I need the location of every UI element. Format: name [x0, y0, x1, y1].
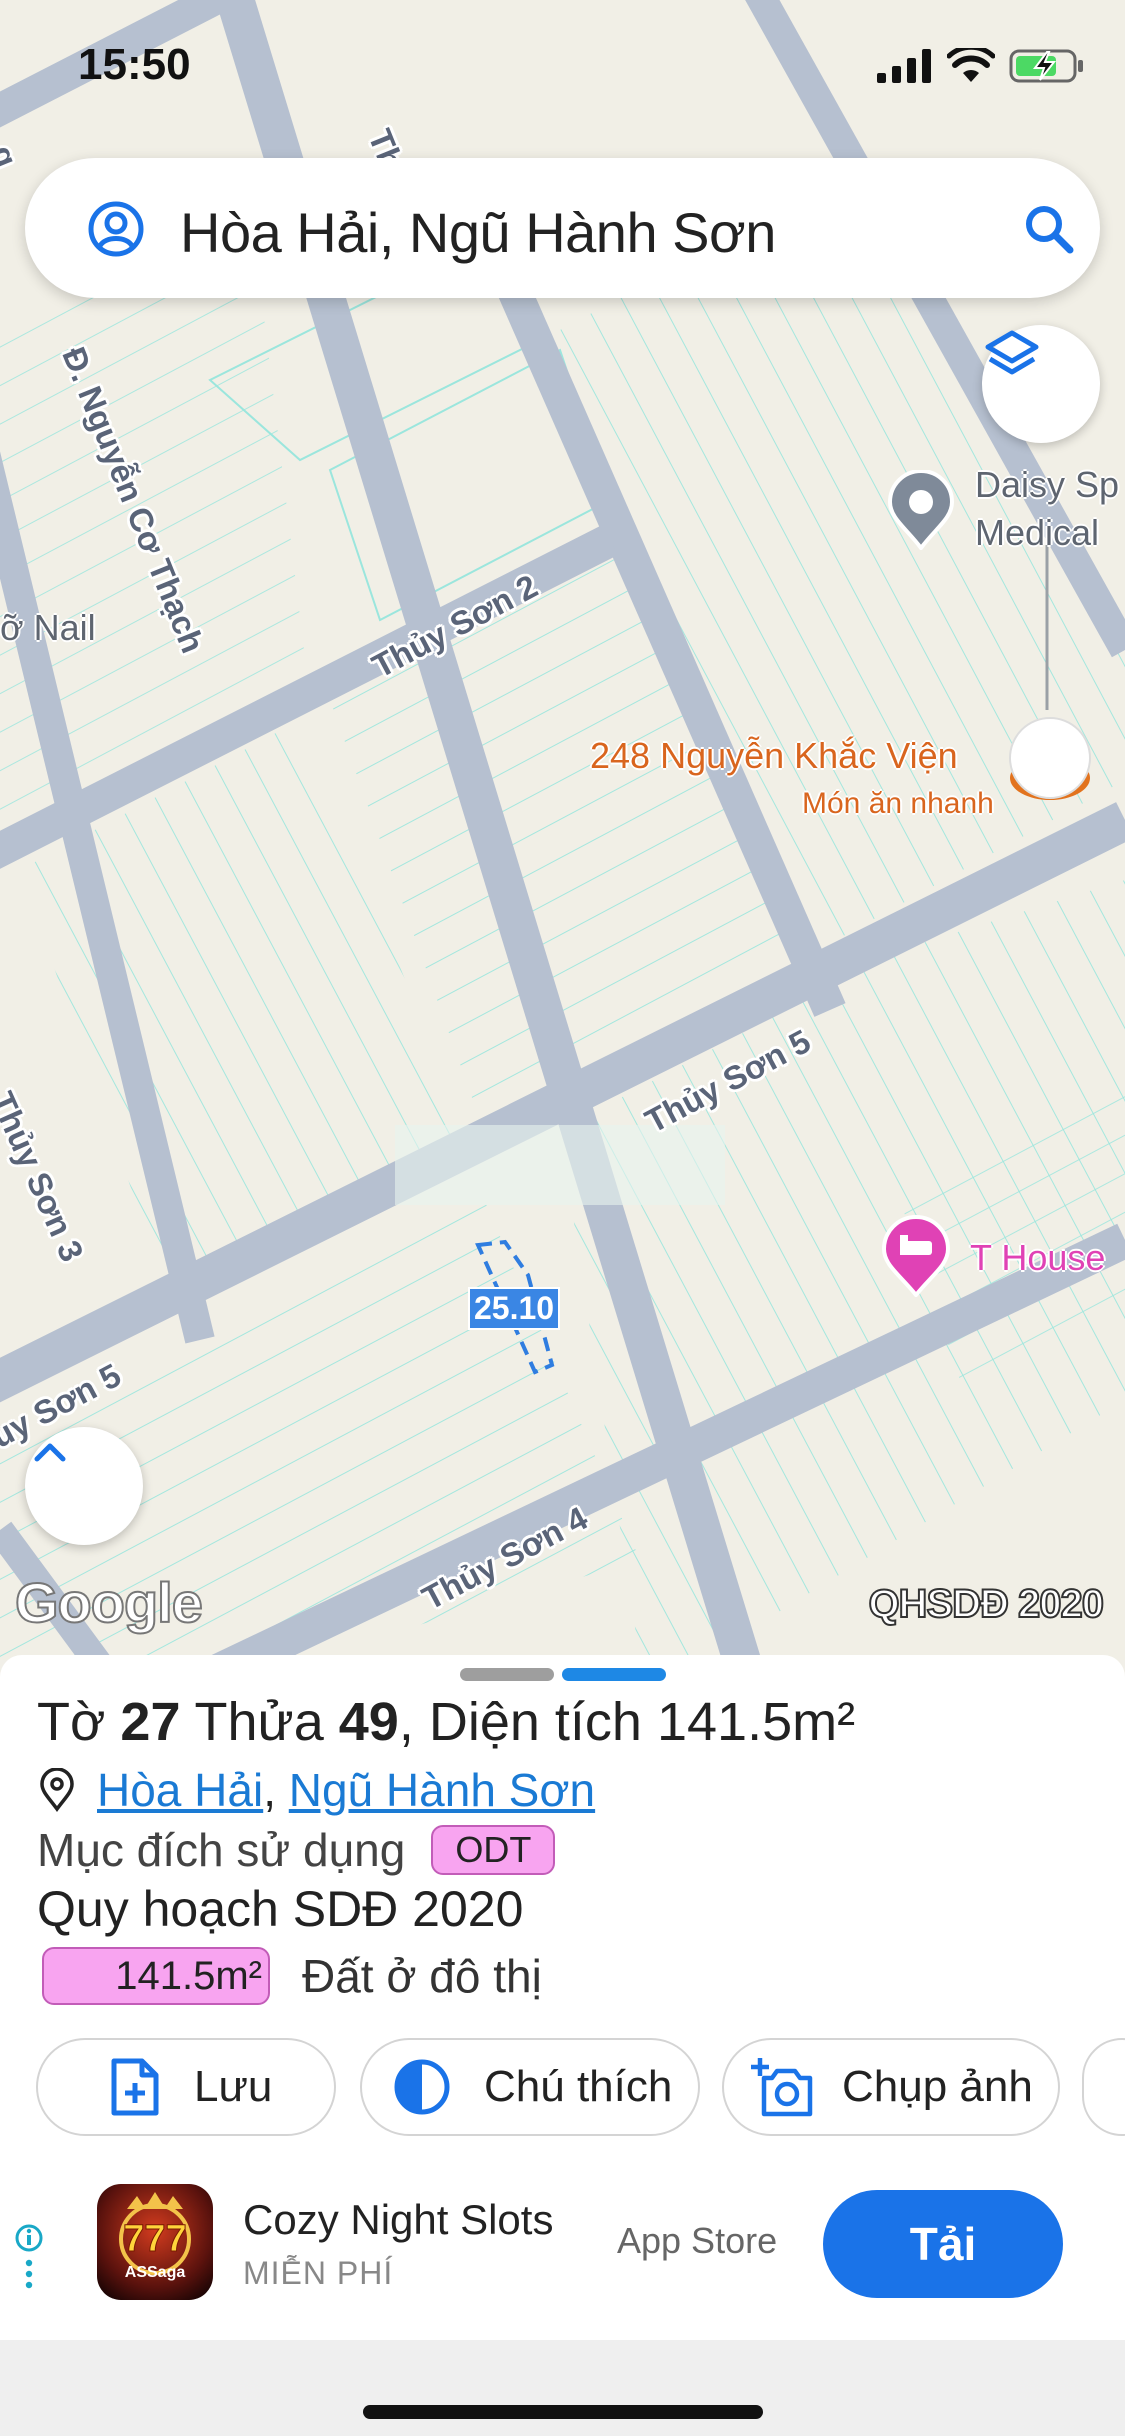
save-button-label: Lưu	[194, 2062, 273, 2111]
poi-restaurant-pin[interactable]	[1005, 710, 1095, 810]
ad-info-icon[interactable]	[14, 2222, 44, 2292]
parcel-number: 49	[338, 1692, 399, 1752]
restaurant-pin-icon	[1009, 717, 1091, 800]
plan-title: Quy hoạch SDĐ 2020	[37, 1881, 524, 1937]
location-row: Hòa Hải , Ngũ Hành Sơn	[37, 1763, 595, 1817]
status-bar: 15:50	[0, 0, 1125, 135]
expand-sheet-button[interactable]	[25, 1427, 143, 1545]
sheet-handle-left[interactable]	[460, 1668, 554, 1681]
search-icon[interactable]	[1023, 203, 1075, 255]
sheet-number: 27	[120, 1692, 181, 1752]
location-pin-outline-icon	[40, 1768, 74, 1812]
save-button[interactable]: Lưu	[36, 2038, 336, 2136]
plan-area-badge: 141.5m²	[42, 1947, 270, 2005]
layers-icon	[985, 330, 1039, 375]
ad-banner[interactable]: 777 ASSaga Cozy Night Slots MIỄN PHÍ App…	[0, 2170, 1125, 2340]
more-action-button[interactable]	[1082, 2038, 1125, 2136]
add-photo-icon	[751, 2058, 813, 2117]
legend-button-label: Chú thích	[484, 2062, 673, 2111]
map-layer-badge: QHSDĐ 2020	[867, 1581, 1105, 1627]
photo-button[interactable]: Chụp ảnh	[722, 2038, 1060, 2136]
ad-install-button[interactable]: Tải	[823, 2190, 1063, 2298]
photo-button-label: Chụp ảnh	[842, 2062, 1033, 2111]
ad-price: MIỄN PHÍ	[243, 2255, 394, 2291]
layers-button[interactable]	[982, 325, 1100, 443]
district-link[interactable]: Ngũ Hành Sơn	[289, 1763, 595, 1817]
battery-charging-icon	[1009, 49, 1083, 83]
ad-app-icon[interactable]: 777 ASSaga	[97, 2184, 213, 2300]
plan-area-row: 141.5m² Đất ở đô thị	[42, 1947, 542, 2005]
purpose-label: Mục đích sử dụng	[37, 1824, 406, 1876]
parcel-number-label: 25.10	[468, 1287, 561, 1330]
poi-daisy-label-2: Medical	[975, 512, 1100, 553]
add-document-icon	[111, 2058, 159, 2116]
ward-link[interactable]: Hòa Hải	[97, 1763, 263, 1817]
poi-restaurant-name[interactable]: 248 Nguyễn Khắc Viện	[590, 733, 958, 778]
status-icons	[877, 48, 1085, 84]
google-logo: Google	[14, 1570, 204, 1635]
poi-restaurant-type: Món ăn nhanh	[802, 787, 994, 820]
chevron-up-icon	[34, 1443, 66, 1462]
ad-icon-text: 777	[123, 2218, 187, 2261]
poi-daisy-label-1: Daisy Sp	[975, 464, 1120, 505]
ad-icon-subtext: ASSaga	[124, 2264, 186, 2281]
location-pin-icon	[887, 470, 955, 550]
poi-daisy-pin[interactable]	[886, 470, 956, 550]
legend-button[interactable]: Chú thích	[360, 2038, 700, 2136]
sheet-handle-right[interactable]	[562, 1668, 666, 1681]
account-icon[interactable]	[87, 200, 145, 258]
hotel-pin-icon	[881, 1215, 951, 1297]
ad-app-name[interactable]: Cozy Night Slots	[243, 2196, 553, 2244]
poi-hotel-pin[interactable]	[880, 1215, 952, 1297]
parcel-prefix: Thửa	[194, 1692, 324, 1752]
plan-land-type: Đất ở đô thị	[302, 1950, 542, 2002]
search-bar[interactable]: Hòa Hải, Ngũ Hành Sơn	[25, 158, 1100, 298]
status-time: 15:50	[78, 40, 191, 89]
purpose-code-badge: ODT	[431, 1825, 556, 1875]
wifi-icon	[947, 48, 995, 82]
map-label-blur	[395, 1125, 725, 1205]
home-indicator-area	[0, 2340, 1125, 2436]
ad-store-name: App Store	[617, 2220, 778, 2261]
poi-nail-label: ỡ Nail	[0, 607, 96, 648]
purpose-row: Mục đích sử dụng ODT	[37, 1823, 556, 1877]
home-indicator[interactable]	[363, 2405, 763, 2419]
poi-hotel-label[interactable]: T House	[970, 1235, 1105, 1280]
contrast-icon	[394, 2059, 450, 2115]
sheet-prefix: Tờ	[37, 1692, 106, 1752]
parcel-title: Tờ 27 Thửa 49, Diện tích 141.5m²	[37, 1692, 856, 1752]
area-label: Diện tích	[428, 1692, 642, 1752]
signal-icon	[877, 49, 931, 83]
search-query[interactable]: Hòa Hải, Ngũ Hành Sơn	[180, 200, 776, 265]
area-value: 141.5m²	[656, 1692, 856, 1752]
